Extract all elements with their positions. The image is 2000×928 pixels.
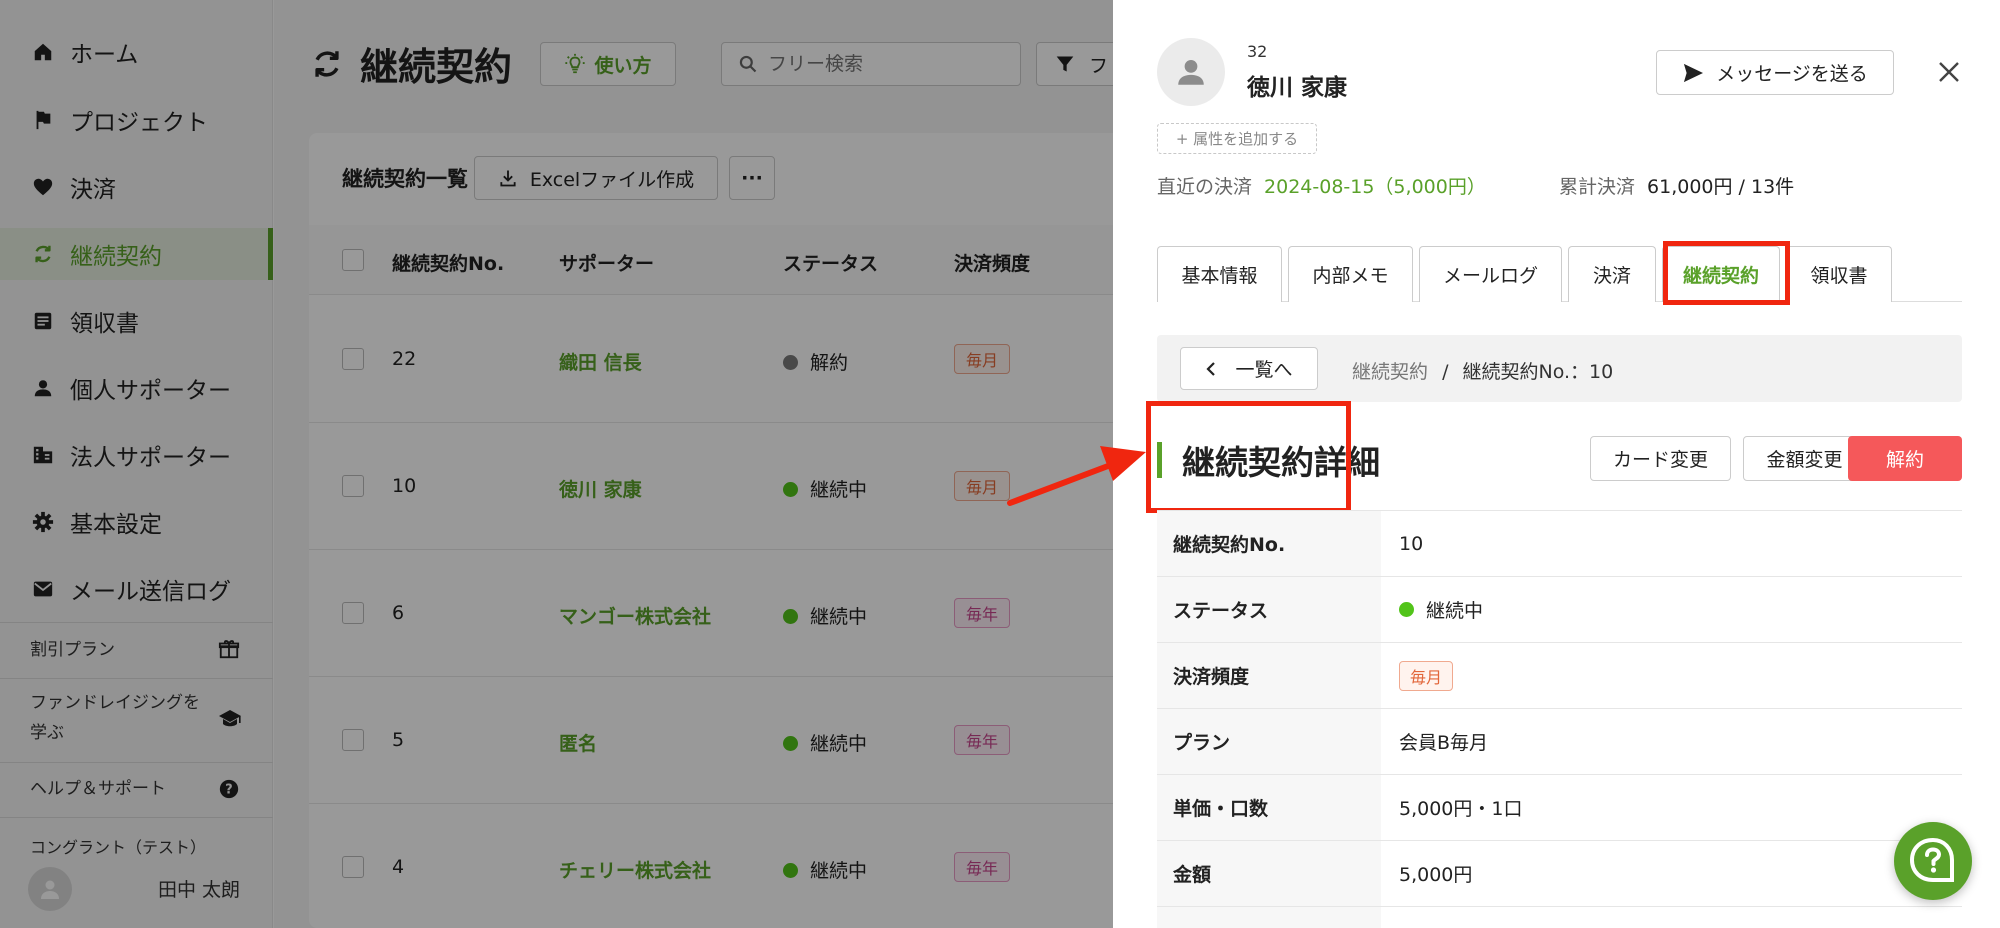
detail-table: 継続契約No. 10 ステータス 継続中 決済頻度 毎月 プラン 会員B毎月 単… (1157, 510, 1962, 928)
detail-label: 決済頻度 (1157, 643, 1381, 708)
recent-payment: 直近の決済 2024-08-15（5,000円） (1157, 172, 1486, 199)
detail-label: プラン (1157, 709, 1381, 774)
frequency-badge: 毎月 (1399, 660, 1453, 691)
total-payment-label: 累計決済 (1559, 176, 1636, 198)
card-change-button[interactable]: カード変更 (1590, 436, 1731, 481)
supporter-name: 徳川 家康 (1247, 75, 1348, 101)
recent-payment-value[interactable]: 2024-08-15（5,000円） (1264, 176, 1486, 198)
detail-row: プラン 会員B毎月 (1157, 709, 1962, 775)
tab-basic-info[interactable]: 基本情報 (1157, 246, 1282, 302)
tab-mail-log[interactable]: メールログ (1419, 246, 1562, 302)
breadcrumb-parent[interactable]: 継続契約 (1352, 361, 1428, 383)
breadcrumb-current: 継続契約No.：10 (1462, 361, 1614, 383)
tab-receipts[interactable]: 領収書 (1786, 246, 1892, 302)
detail-row: ステータス 継続中 (1157, 577, 1962, 643)
detail-label: 金額 (1157, 841, 1381, 906)
annotation-highlight-tab (1663, 241, 1790, 305)
send-icon (1682, 63, 1704, 83)
cancel-subscription-button[interactable]: 解約 (1848, 436, 1962, 481)
detail-label: ステータス (1157, 577, 1381, 642)
detail-label: 継続契約No. (1157, 511, 1381, 576)
recent-payment-label: 直近の決済 (1157, 176, 1253, 198)
breadcrumb-separator: / (1442, 361, 1449, 383)
total-payment-value: 61,000円 / 13件 (1647, 176, 1795, 198)
close-button[interactable] (1931, 54, 1967, 90)
detail-value: 5,000円・1口 (1399, 798, 1523, 820)
close-icon (1937, 60, 1961, 84)
chevron-left-icon (1205, 361, 1217, 377)
detail-row-partial (1157, 907, 1962, 928)
help-chat-button[interactable] (1894, 822, 1972, 900)
back-to-list-label: 一覧へ (1235, 359, 1293, 381)
status-dot (1399, 602, 1414, 617)
annotation-highlight-title (1146, 401, 1351, 513)
detail-row: 継続契約No. 10 (1157, 511, 1962, 577)
detail-label: 単価・口数 (1157, 775, 1381, 840)
detail-label-empty (1157, 907, 1381, 928)
detail-value-empty (1381, 907, 1962, 928)
send-message-button[interactable]: メッセージを送る (1656, 50, 1894, 95)
tab-internal-memo[interactable]: 内部メモ (1288, 246, 1413, 302)
detail-status-text: 継続中 (1426, 600, 1484, 622)
detail-value: 会員B毎月 (1399, 732, 1489, 754)
detail-row: 金額 5,000円 (1157, 841, 1962, 907)
breadcrumb-bar: 一覧へ 継続契約 / 継続契約No.：10 (1157, 335, 1962, 402)
detail-value: 継続中 (1381, 577, 1962, 642)
supporter-id: 32 (1247, 42, 1268, 61)
detail-row: 単価・口数 5,000円・1口 (1157, 775, 1962, 841)
detail-value: 5,000円 (1399, 864, 1473, 886)
supporter-avatar (1157, 38, 1225, 106)
send-message-label: メッセージを送る (1716, 63, 1868, 85)
total-payment: 累計決済 61,000円 / 13件 (1559, 172, 1794, 199)
supporter-detail-drawer: 32 徳川 家康 メッセージを送る + 属性を追加する 直近の決済 2024-08… (1113, 0, 2000, 928)
detail-value: 10 (1399, 532, 1424, 555)
detail-value: 毎月 (1381, 643, 1962, 708)
drawer-tabs: 基本情報 内部メモ メールログ 決済 継続契約 領収書 (1157, 246, 1962, 302)
tab-payments[interactable]: 決済 (1568, 246, 1656, 302)
add-attribute-button[interactable]: + 属性を追加する (1157, 123, 1317, 154)
back-to-list-button[interactable]: 一覧へ (1180, 347, 1318, 390)
breadcrumb: 継続契約 / 継続契約No.：10 (1352, 357, 1613, 384)
detail-row: 決済頻度 毎月 (1157, 643, 1962, 709)
help-chat-icon (1908, 836, 1958, 886)
modal-backdrop[interactable] (0, 0, 1113, 928)
